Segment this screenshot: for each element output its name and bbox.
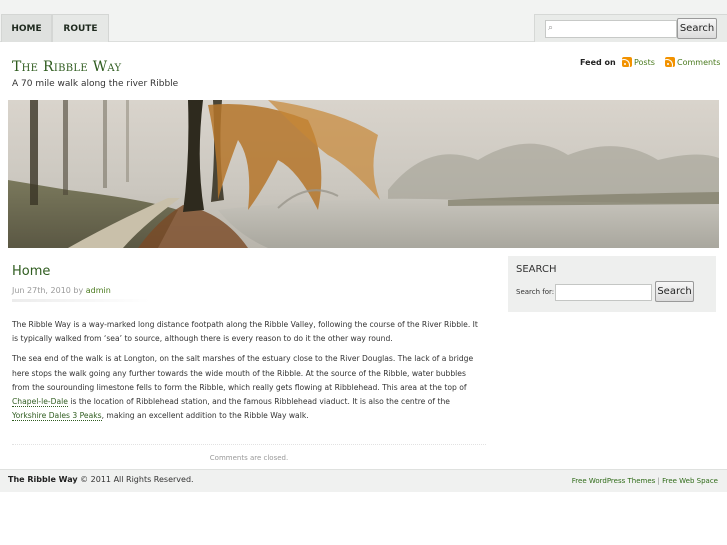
comments-closed-notice: Comments are closed. [209,454,289,462]
yorkshire-dales-3-peaks-link[interactable]: Yorkshire Dales 3 Peaks [12,411,102,422]
sidebar-search-widget: SEARCH Search for: Search [508,256,716,312]
footer-site-name: The Ribble Way [8,475,78,484]
post-title[interactable]: Home [12,264,50,279]
top-search-button[interactable]: Search [677,18,717,39]
post-by: by [73,286,84,295]
feed-posts-link[interactable]: Posts [622,57,655,67]
post-text: , making an excellent addition to the Ri… [101,411,309,421]
post-separator [12,444,486,445]
feed-comments-label: Comments [677,57,721,67]
rss-icon [665,57,675,67]
site-description: A 70 mile walk along the river Ribble [12,79,179,89]
footer-links: Free WordPress Themes | Free Web Space [572,477,718,485]
footer-copyright: The Ribble Way © 2011 All Rights Reserve… [8,475,194,484]
tab-home[interactable]: HOME [1,14,52,42]
post-paragraph: The Ribble Way is a way-marked long dist… [12,320,478,344]
nav-bar: HOME ROUTE ⌕ Search [0,0,727,42]
sidebar-search-button[interactable]: Search [655,281,694,302]
post-text: is the location of Ribblehead station, a… [67,397,450,407]
footer-copyright-text: © 2011 All Rights Reserved. [77,475,194,484]
feed-posts-label: Posts [634,57,655,67]
site-title[interactable]: The Ribble Way [12,59,121,75]
free-wordpress-themes-link[interactable]: Free WordPress Themes [572,477,656,485]
meta-divider [12,299,150,302]
chapel-le-dale-link[interactable]: Chapel-le-Dale [12,397,68,408]
post-date: Jun 27th, 2010 [12,286,71,295]
feed-label: Feed on [580,58,616,67]
misty-river-scene [8,100,719,248]
sidebar-search-input[interactable] [555,284,652,301]
tab-route[interactable]: ROUTE [52,14,109,42]
top-search-form: ⌕ Search [534,14,727,42]
feed-comments-link[interactable]: Comments [665,57,720,67]
rss-icon [622,57,632,67]
search-icon: ⌕ [548,23,554,33]
top-search-input[interactable] [545,20,677,38]
post-author-link[interactable]: admin [86,286,111,295]
search-for-label: Search for: [516,288,555,296]
free-web-space-link[interactable]: Free Web Space [662,477,718,485]
post-text: The sea end of the walk is at Longton, o… [12,354,474,392]
sidebar-heading: SEARCH [516,264,557,275]
post-meta: Jun 27th, 2010 by admin [12,286,111,295]
header-banner-image [8,100,719,248]
post-paragraph: The sea end of the walk is at Longton, o… [12,352,482,423]
footer: The Ribble Way © 2011 All Rights Reserve… [0,469,727,492]
post-content: The Ribble Way is a way-marked long dist… [12,318,482,429]
